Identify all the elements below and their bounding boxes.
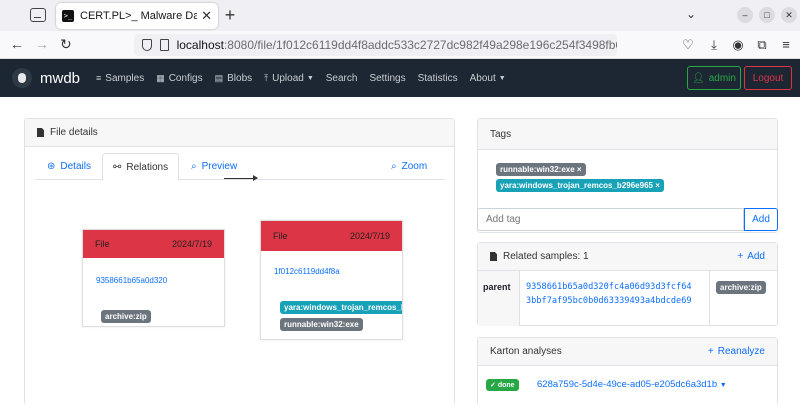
account-icon[interactable]: ◉ — [730, 37, 746, 53]
search-icon: ⌕ — [191, 161, 197, 172]
close-icon[interactable]: × — [577, 165, 582, 174]
user-button[interactable]: 👤︎ admin — [687, 66, 741, 90]
node-hash-link[interactable]: 1f012c6119dd4f8a — [274, 267, 340, 276]
nav-settings[interactable]: Settings — [369, 73, 405, 84]
logout-button[interactable]: Logout — [744, 66, 792, 90]
nav-samples[interactable]: ≡ Samples — [96, 73, 144, 84]
configs-icon: ▦ — [156, 72, 165, 83]
file-icon — [490, 252, 497, 261]
relation-node-parent[interactable]: File 2024/7/19 9358661b65a0d320 archive:… — [82, 229, 225, 327]
browser-tab[interactable]: >_ CERT.PL>_ Malware Data ✕ — [56, 3, 218, 29]
karton-title: Karton analyses — [490, 346, 562, 357]
related-sample-hash-link[interactable]: 9358661b65a0d320fc4a06d93d3fcf64 3bbf7af… — [526, 280, 692, 308]
search-icon: ⌕ — [391, 161, 397, 172]
url-path: :8080/file/1f012c6119dd4f8addc533c2727dc… — [223, 38, 617, 52]
column-divider — [709, 271, 710, 326]
tag-runnable-win32-exe[interactable]: runnable:win32:exe × — [496, 163, 586, 176]
page-info-icon[interactable] — [159, 39, 169, 51]
zoom-button[interactable]: ⌕ Zoom — [391, 153, 427, 180]
tab-list-icon[interactable] — [30, 8, 46, 22]
relation-edge-arrow — [224, 175, 258, 181]
nav-upload[interactable]: ⤒ Upload ▼ — [264, 73, 314, 84]
plus-icon: + — [707, 346, 714, 357]
fingerprint-icon: ⊛ — [47, 161, 56, 172]
file-details-title: File details — [50, 127, 98, 138]
tab-details[interactable]: ⊛ Details — [47, 153, 91, 180]
close-window-icon[interactable]: ✕ — [781, 7, 797, 23]
chevron-down-icon: ▼ — [719, 382, 727, 389]
tab-overflow-icon[interactable]: ⌄ — [686, 7, 696, 21]
tags-header: Tags — [478, 119, 777, 150]
chevron-down-icon: ▼ — [498, 74, 506, 82]
file-icon — [37, 128, 44, 137]
node-header: File 2024/7/19 — [83, 230, 224, 258]
reload-icon[interactable]: ↻ — [60, 36, 72, 53]
tag-yara-remcos[interactable]: yara:windows_trojan_remcos_b296e965 × — [496, 179, 664, 192]
node-tag[interactable]: archive:zip — [101, 310, 151, 323]
browser-tab-bar: >_ CERT.PL>_ Malware Data ✕ + ⌄ – □ ✕ — [0, 0, 800, 31]
node-hash-link[interactable]: 9358661b65a0d320 — [96, 276, 167, 285]
close-icon[interactable]: × — [655, 181, 660, 190]
related-samples-card: Related samples: 1 + Add parent 9358661b6… — [477, 242, 778, 326]
tab-relations[interactable]: ⚯ Relations — [102, 153, 180, 181]
nav-about[interactable]: About ▼ — [470, 73, 506, 84]
maximize-icon[interactable]: □ — [759, 7, 775, 23]
file-details-tabs: ⊛ Details ⚯ Relations ⌕ Preview ⌕ Zoom — [35, 153, 445, 181]
project-diagram-icon: ⚯ — [113, 161, 122, 173]
url-bar[interactable]: localhost :8080/file/1f012c6119dd4f8addc… — [134, 34, 617, 56]
menu-icon[interactable]: ≡ — [778, 37, 794, 52]
browser-nav-bar: ← → ↻ localhost :8080/file/1f012c6119dd4… — [0, 31, 800, 59]
nav-configs[interactable]: ▦ Configs — [156, 73, 202, 84]
pocket-icon[interactable]: ♡ — [680, 37, 696, 53]
minimize-icon[interactable]: – — [737, 7, 753, 23]
samples-icon: ≡ — [96, 73, 102, 83]
nav-search[interactable]: Search — [326, 73, 358, 84]
download-icon[interactable]: ⤓ — [706, 37, 722, 53]
relation-type-label: parent — [478, 271, 520, 326]
app-navbar: mwdb ≡ Samples ▦ Configs ▤ Blobs ⤒ Upload ▼ S… — [0, 59, 800, 97]
favicon-icon: >_ — [62, 10, 74, 22]
nav-blobs[interactable]: ▤ Blobs — [215, 73, 253, 84]
karton-header: Karton analyses + Reanalyze — [478, 338, 777, 366]
url-host: localhost — [176, 38, 224, 52]
new-tab-icon[interactable]: + — [220, 5, 240, 26]
node-tag[interactable]: runnable:win32:exe — [280, 318, 363, 331]
tags-title: Tags — [490, 128, 512, 140]
add-tag-button[interactable]: Add — [744, 208, 778, 231]
forward-icon[interactable]: → — [35, 36, 49, 52]
shield-icon[interactable] — [142, 39, 152, 51]
upload-icon: ⤒ — [264, 72, 269, 83]
related-sample-tag[interactable]: archive:zip — [716, 281, 766, 294]
analysis-status-badge: ✓ done — [486, 379, 519, 391]
karton-card: Karton analyses + Reanalyze ✓ done 628a75… — [477, 337, 778, 405]
tab-preview[interactable]: ⌕ Preview — [191, 153, 237, 180]
plus-icon: + — [737, 251, 744, 262]
tab-title: CERT.PL>_ Malware Data — [80, 10, 198, 22]
analysis-id-link[interactable]: 628a759c-5d4e-49ce-ad05-e205dc6a3d1b ▼ — [537, 379, 727, 390]
back-icon[interactable]: ← — [10, 36, 24, 52]
extensions-icon[interactable]: ⧉ — [754, 37, 770, 53]
nav-statistics[interactable]: Statistics — [418, 73, 458, 84]
file-details-header: File details — [25, 119, 454, 147]
node-header: File 2024/7/19 — [261, 221, 402, 251]
close-tab-icon[interactable]: ✕ — [201, 8, 212, 24]
add-tag-input[interactable] — [477, 208, 744, 231]
related-samples-row: parent 9358661b65a0d320fc4a06d93d3fcf64 … — [478, 271, 777, 326]
related-samples-header: Related samples: 1 + Add — [478, 243, 777, 271]
user-icon: 👤︎ — [692, 72, 705, 84]
check-icon: ✓ — [490, 382, 496, 389]
chevron-down-icon: ▼ — [306, 74, 314, 82]
add-related-button[interactable]: + Add — [737, 251, 765, 262]
mwdb-logo-icon[interactable] — [12, 68, 32, 88]
related-samples-title: Related samples: 1 — [503, 251, 589, 262]
brand-name[interactable]: mwdb — [40, 70, 80, 87]
relation-node-current[interactable]: File 2024/7/19 1f012c6119dd4f8a yara:win… — [260, 220, 403, 340]
node-tag[interactable]: yara:windows_trojan_remcos_b — [280, 301, 402, 314]
blobs-icon: ▤ — [214, 72, 224, 83]
reanalyze-button[interactable]: + Reanalyze — [708, 346, 765, 357]
